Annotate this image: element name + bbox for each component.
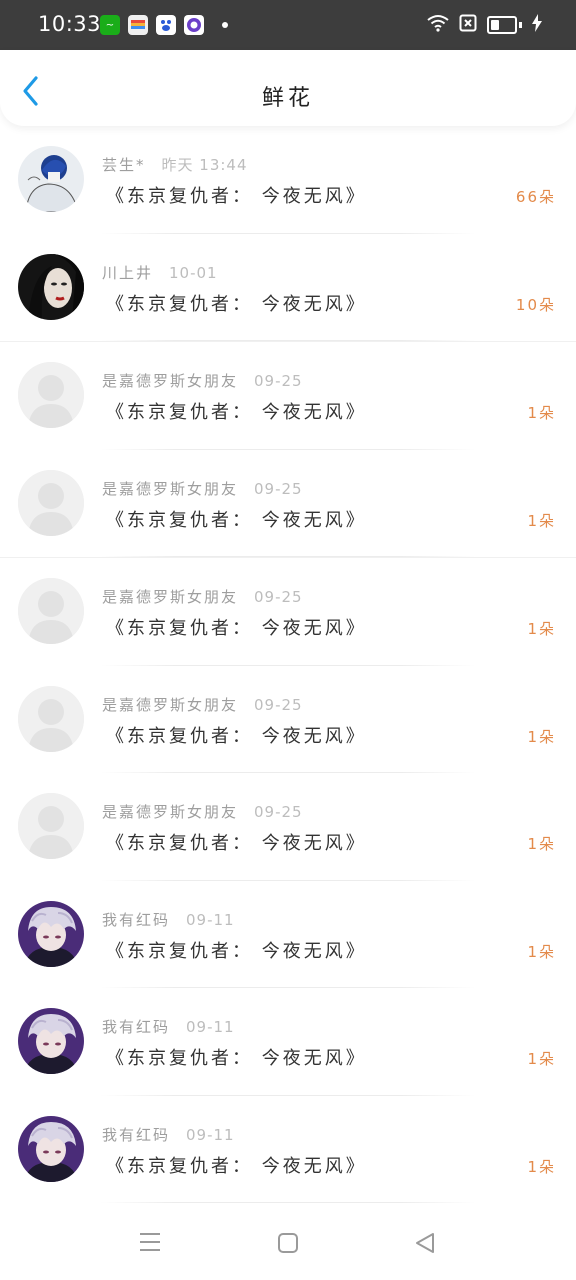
home-button[interactable] bbox=[277, 1232, 299, 1258]
user-meta: 是嘉德罗斯女朋友 09-25 bbox=[102, 370, 303, 391]
user-meta: 川上井 10-01 bbox=[102, 262, 218, 283]
more-notifications-dot-icon bbox=[222, 22, 228, 28]
user-name[interactable]: 是嘉德罗斯女朋友 bbox=[102, 696, 238, 714]
app-circle-notification-icon bbox=[184, 15, 204, 35]
user-name[interactable]: 我有红码 bbox=[102, 911, 170, 929]
flower-count: 1朵 bbox=[527, 620, 556, 638]
page-title: 鲜花 bbox=[261, 86, 314, 111]
wallet-notification-icon bbox=[128, 15, 148, 35]
flower-count: 10朵 bbox=[515, 295, 556, 314]
menu-icon bbox=[140, 1233, 160, 1251]
triangle-back-icon bbox=[416, 1233, 434, 1253]
user-meta: 我有红码 09-11 bbox=[102, 1124, 235, 1145]
user-meta: 是嘉德罗斯女朋友 09-25 bbox=[102, 801, 303, 822]
status-bar: 10:33 ~ bbox=[0, 0, 576, 50]
avatar[interactable] bbox=[18, 146, 84, 212]
status-time: 10:33 bbox=[38, 12, 102, 36]
user-meta: 我有红码 09-11 bbox=[102, 1016, 235, 1037]
status-app-icons: ~ bbox=[100, 15, 228, 35]
user-name[interactable]: 是嘉德罗斯女朋友 bbox=[102, 480, 238, 498]
status-indicators bbox=[427, 14, 542, 36]
timestamp: 09-11 bbox=[186, 1018, 235, 1036]
avatar[interactable] bbox=[18, 253, 84, 320]
flower-count: 66朵 bbox=[515, 188, 556, 206]
user-meta: 是嘉德罗斯女朋友 09-25 bbox=[102, 478, 303, 499]
flower-count: 1朵 bbox=[527, 511, 556, 530]
battery-icon bbox=[487, 16, 517, 34]
user-name[interactable]: 芸生* bbox=[102, 156, 146, 174]
list-item[interactable]: 是嘉德罗斯女朋友 09-25 《东京复仇者： 今夜无风》 1朵 bbox=[0, 450, 576, 557]
avatar[interactable] bbox=[18, 362, 84, 428]
user-meta: 是嘉德罗斯女朋友 09-25 bbox=[102, 694, 303, 715]
work-title[interactable]: 《东京复仇者： 今夜无风》 bbox=[106, 1044, 367, 1070]
flower-count: 1朵 bbox=[527, 727, 556, 746]
timestamp: 09-25 bbox=[254, 803, 303, 821]
wechat-notification-icon: ~ bbox=[100, 15, 120, 35]
flower-count: 1朵 bbox=[527, 942, 556, 961]
user-name[interactable]: 我有红码 bbox=[102, 1126, 170, 1144]
timestamp: 10-01 bbox=[169, 263, 218, 282]
list-item[interactable]: 我有红码 09-11 《东京复仇者： 今夜无风》 1朵 bbox=[0, 881, 576, 988]
user-name[interactable]: 我有红码 bbox=[102, 1018, 170, 1036]
timestamp: 09-25 bbox=[254, 588, 303, 606]
user-name[interactable]: 是嘉德罗斯女朋友 bbox=[102, 372, 238, 390]
user-meta: 我有红码 09-11 bbox=[102, 909, 235, 930]
work-title[interactable]: 《东京复仇者： 今夜无风》 bbox=[106, 722, 367, 748]
avatar[interactable] bbox=[18, 578, 84, 644]
menu-button[interactable] bbox=[139, 1232, 161, 1256]
flower-count: 1朵 bbox=[527, 1050, 556, 1068]
flower-count: 1朵 bbox=[527, 835, 556, 853]
page-header: 鲜花 bbox=[0, 50, 576, 126]
list-item[interactable]: 是嘉德罗斯女朋友 09-25 《东京复仇者： 今夜无风》 1朵 bbox=[0, 773, 576, 881]
work-title[interactable]: 《东京复仇者： 今夜无风》 bbox=[106, 506, 367, 532]
list-item[interactable]: 我有红码 09-11 《东京复仇者： 今夜无风》 1朵 bbox=[0, 988, 576, 1096]
list-item[interactable]: 是嘉德罗斯女朋友 09-25 《东京复仇者： 今夜无风》 1朵 bbox=[0, 666, 576, 773]
list-item[interactable]: 我有红码 09-11 《东京复仇者： 今夜无风》 1朵 bbox=[0, 1096, 576, 1203]
timestamp: 09-25 bbox=[254, 372, 303, 390]
flower-count: 1朵 bbox=[527, 404, 556, 422]
timestamp: 昨天 13:44 bbox=[161, 156, 248, 174]
battery-cap bbox=[519, 22, 522, 28]
work-title[interactable]: 《东京复仇者： 今夜无风》 bbox=[106, 829, 367, 855]
sim-x-icon bbox=[459, 14, 477, 36]
work-title[interactable]: 《东京复仇者： 今夜无风》 bbox=[106, 290, 367, 316]
wifi-icon bbox=[427, 14, 449, 36]
user-name[interactable]: 川上井 bbox=[102, 264, 153, 282]
work-title[interactable]: 《东京复仇者： 今夜无风》 bbox=[106, 614, 367, 640]
avatar[interactable] bbox=[18, 793, 84, 859]
timestamp: 09-11 bbox=[186, 1125, 235, 1144]
square-home-icon bbox=[278, 1233, 298, 1253]
list-item[interactable]: 是嘉德罗斯女朋友 09-25 《东京复仇者： 今夜无风》 1朵 bbox=[0, 341, 576, 450]
avatar[interactable] bbox=[18, 900, 84, 967]
timestamp: 09-25 bbox=[254, 479, 303, 498]
work-title[interactable]: 《东京复仇者： 今夜无风》 bbox=[106, 1152, 367, 1178]
work-title[interactable]: 《东京复仇者： 今夜无风》 bbox=[106, 937, 367, 963]
lightning-icon bbox=[532, 14, 542, 36]
divider bbox=[100, 1202, 476, 1203]
work-title[interactable]: 《东京复仇者： 今夜无风》 bbox=[106, 398, 367, 424]
flower-count: 1朵 bbox=[527, 1157, 556, 1176]
user-name[interactable]: 是嘉德罗斯女朋友 bbox=[102, 588, 238, 606]
work-title[interactable]: 《东京复仇者： 今夜无风》 bbox=[106, 182, 367, 208]
user-meta: 是嘉德罗斯女朋友 09-25 bbox=[102, 586, 303, 607]
avatar[interactable] bbox=[18, 1115, 84, 1182]
avatar[interactable] bbox=[18, 1008, 84, 1074]
user-meta: 芸生* 昨天 13:44 bbox=[102, 154, 248, 175]
list-item[interactable]: 川上井 10-01 《东京复仇者： 今夜无风》 10朵 bbox=[0, 234, 576, 341]
avatar[interactable] bbox=[18, 469, 84, 536]
baidu-notification-icon bbox=[156, 15, 176, 35]
flower-record-list: 芸生* 昨天 13:44 《东京复仇者： 今夜无风》 66朵 川上井 10-01 《… bbox=[0, 126, 576, 1203]
nav-back-button[interactable] bbox=[414, 1232, 436, 1258]
timestamp: 09-11 bbox=[186, 910, 235, 929]
list-item[interactable]: 芸生* 昨天 13:44 《东京复仇者： 今夜无风》 66朵 bbox=[0, 126, 576, 234]
avatar[interactable] bbox=[18, 685, 84, 752]
list-item[interactable]: 是嘉德罗斯女朋友 09-25 《东京复仇者： 今夜无风》 1朵 bbox=[0, 557, 576, 666]
system-nav-bar bbox=[0, 1206, 576, 1280]
timestamp: 09-25 bbox=[254, 695, 303, 714]
user-name[interactable]: 是嘉德罗斯女朋友 bbox=[102, 803, 238, 821]
